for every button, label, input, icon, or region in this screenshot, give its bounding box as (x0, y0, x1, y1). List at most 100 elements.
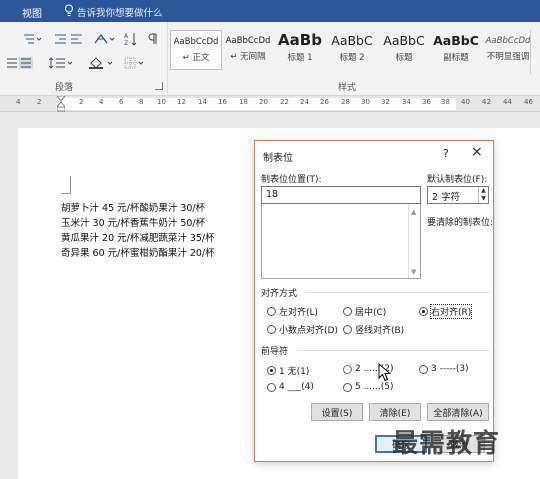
radio-icon (343, 307, 352, 316)
svg-text:A: A (124, 33, 129, 40)
ruler-track (56, 98, 456, 110)
styles-group: AaBbCcDd ↵ 正文 AaBbCcDd ↵ 无间隔 AaBb 标题 1 A… (168, 22, 540, 96)
style-name: 标题 1 (287, 53, 313, 63)
style-normal[interactable]: AaBbCcDd ↵ 正文 (170, 30, 222, 70)
style-name: 副标题 (443, 53, 469, 63)
radio-leader-middle-dots[interactable]: 5 ......(5) (343, 382, 394, 392)
ruler-number: 38 (441, 98, 450, 106)
ruler-number: 36 (422, 98, 431, 106)
alignment-label: 对齐方式 (261, 289, 298, 299)
style-name: ↵ 正文 (182, 53, 210, 63)
radio-decimal-align[interactable]: 小数点对齐(D) (267, 323, 338, 336)
radio-icon (267, 325, 276, 334)
multilevel-list-icon (24, 34, 42, 44)
tabs-dialog: 制表位 ? × 制表位位置(T): 18 ▲ ▼ 默认制表位(F): 2 字符 … (254, 140, 494, 462)
radio-bar-align[interactable]: 竖线对齐(B) (343, 323, 404, 336)
document-line[interactable]: 奇异果 60 元/杯蜜柑奶酯果汁 20/杯 (61, 245, 215, 259)
ruler-number: 42 (482, 98, 491, 106)
radio-icon (419, 307, 428, 316)
close-button[interactable]: × (471, 145, 483, 159)
sort-icon: AZ (124, 33, 137, 46)
ruler-number: 28 (341, 98, 350, 106)
ruler-number: 46 (524, 98, 533, 106)
style-subtitle[interactable]: AaBbC 副标题 (430, 30, 482, 70)
line-spacing-button[interactable] (46, 54, 76, 72)
style-title[interactable]: AaBbC 标题 (378, 30, 430, 70)
style-no-spacing[interactable]: AaBbCcDd ↵ 无间隔 (222, 30, 274, 70)
tab-position-input[interactable]: 18 (261, 186, 421, 204)
radio-left-align[interactable]: 左对齐(L) (267, 305, 318, 318)
tab-view[interactable]: 视图 (22, 5, 42, 20)
style-sample: AaBbCcDd (225, 36, 271, 46)
borders-button[interactable] (122, 54, 150, 72)
radio-leader-underline[interactable]: 4 ___(4) (267, 382, 314, 392)
radio-icon (343, 364, 352, 374)
style-subtle-emphasis[interactable]: AaBbCcDd 不明显强调 (482, 30, 534, 70)
help-button[interactable]: ? (443, 147, 449, 160)
clear-button[interactable]: 清除(E) (369, 403, 421, 421)
indent-buttons[interactable] (52, 30, 86, 48)
document-line[interactable]: 玉米汁 30 元/杯香蕉牛奶汁 50/杯 (61, 215, 205, 229)
ruler-number: 44 (503, 98, 512, 106)
paint-bucket-icon (89, 57, 113, 69)
ruler-number: 34 (402, 98, 411, 106)
pilcrow-icon (148, 33, 157, 44)
ruler-number: 18 (239, 98, 248, 106)
scroll-up-icon[interactable]: ▲ (411, 208, 416, 216)
paragraph-group-label: 段落 (55, 83, 74, 93)
tell-me-search[interactable]: 告诉我你想要做什么 (77, 5, 163, 19)
ruler-number: 8 (139, 98, 144, 106)
scroll-down-icon[interactable]: ▼ (411, 268, 416, 276)
style-sample: AaBbCcDd (173, 37, 219, 47)
radio-leader-dashes[interactable]: 3 -----(3) (419, 364, 469, 374)
style-heading-2[interactable]: AaBbC 标题 2 (326, 30, 378, 70)
style-sample: AaBbC (433, 33, 479, 48)
ribbon-home: AZ 段落 AaBbCcDd ↵ 正文 AaBbCcDd ↵ 无间隔 AaBb … (0, 22, 540, 96)
divider (305, 292, 489, 293)
clear-all-button[interactable]: 全部清除(A) (427, 403, 489, 421)
document-line[interactable]: 胡萝卜汁 45 元/杯酸奶果汁 30/杯 (61, 200, 205, 214)
spin-arrows-icon[interactable]: ▲ ▼ (478, 187, 488, 203)
lightbulb-icon (65, 4, 73, 16)
page-corner-mark (61, 176, 71, 194)
radio-icon (343, 325, 352, 334)
ruler-number: 40 (461, 98, 470, 106)
alignment-buttons[interactable] (6, 54, 40, 72)
radio-leader-none[interactable]: 1 无(1) (267, 364, 309, 377)
radio-icon (267, 307, 276, 316)
ruler-number: 20 (259, 98, 268, 106)
paragraph-dialog-launcher[interactable] (155, 82, 163, 90)
chinese-layout-button[interactable] (92, 30, 118, 48)
ruler-number: 6 (119, 98, 124, 106)
ruler-number: 2 (37, 98, 42, 106)
horizontal-ruler[interactable]: 4 2 2 4 6 8 10 12 14 16 18 20 22 24 26 2… (0, 96, 540, 112)
shading-button[interactable] (86, 54, 120, 72)
clear-tabs-label: 要清除的制表位: (427, 218, 494, 228)
default-tab-stepper[interactable]: 2 字符 ▲ ▼ (427, 186, 489, 204)
leader-label: 前导符 (261, 347, 289, 357)
styles-gallery-scroll[interactable] (530, 30, 540, 74)
ruler-number: 4 (99, 98, 104, 106)
multilevel-list-button[interactable] (16, 30, 46, 48)
ruler-number: 32 (381, 98, 390, 106)
style-sample: AaBb (278, 31, 322, 49)
list-scrollbar[interactable]: ▲ ▼ (408, 204, 420, 278)
style-sample: AaBbC (383, 33, 425, 48)
set-button[interactable]: 设置(S) (311, 403, 363, 421)
radio-icon (267, 382, 276, 392)
radio-center-align[interactable]: 居中(C) (343, 305, 386, 318)
show-marks-button[interactable] (146, 30, 160, 48)
style-sample: AaBbC (331, 33, 373, 48)
line-spacing-icon (48, 57, 73, 69)
radio-right-align[interactable]: 右对齐(R) (419, 304, 473, 319)
style-name: 标题 (395, 53, 413, 63)
sort-button[interactable]: AZ (122, 30, 140, 48)
style-heading-1[interactable]: AaBb 标题 1 (274, 30, 326, 70)
tab-position-list[interactable]: ▲ ▼ (261, 204, 421, 279)
style-name: ↵ 无间隔 (230, 52, 266, 62)
document-line[interactable]: 黄瓜果汁 20 元/杯减肥蔬菜汁 35/杯 (61, 230, 215, 244)
ruler-number: 26 (320, 98, 329, 106)
ruler-number: 24 (300, 98, 309, 106)
indent-marker-icon[interactable] (57, 96, 65, 112)
ruler-number: 30 (361, 98, 370, 106)
